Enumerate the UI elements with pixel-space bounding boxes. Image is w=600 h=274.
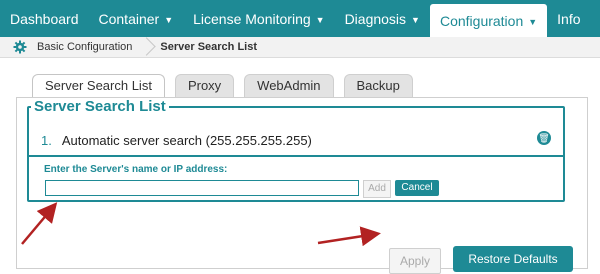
chevron-down-icon: ▼ — [164, 14, 174, 25]
breadcrumb-current: Server Search List — [160, 41, 258, 53]
breadcrumb-home[interactable] — [0, 37, 27, 57]
entry-text: Automatic server search (255.255.255.255… — [61, 133, 312, 148]
breadcrumb: Basic Configuration Server Search List — [0, 37, 600, 58]
nav-info[interactable]: Info — [547, 0, 590, 37]
server-entry: 1. Automatic server search (255.255.255.2… — [41, 133, 551, 148]
restore-defaults-button[interactable]: Restore Defaults — [453, 246, 573, 272]
divider — [29, 155, 563, 157]
nav-dashboard-label: Dashboard — [10, 10, 79, 27]
top-navigation: Dashboard Container ▼ License Monitoring ▼… — [0, 0, 600, 37]
nav-license-monitoring[interactable]: License Monitoring ▼ — [183, 0, 334, 37]
nav-configuration-label: Configuration — [439, 12, 524, 29]
nav-diagnosis-label: Diagnosis — [344, 10, 407, 27]
nav-diagnosis[interactable]: Diagnosis ▼ — [335, 0, 430, 37]
nav-dashboard[interactable]: Dashboard — [0, 0, 89, 37]
server-input-label: Enter the Server's name or IP address: — [44, 164, 228, 175]
tab-webadmin[interactable]: WebAdmin — [244, 74, 334, 97]
entry-number: 1. — [41, 133, 52, 148]
group-title: Server Search List — [34, 98, 166, 115]
nav-container[interactable]: Container ▼ — [89, 0, 184, 37]
add-button[interactable]: Add — [363, 180, 391, 198]
breadcrumb-separator — [142, 37, 152, 57]
breadcrumb-basic-configuration[interactable]: Basic Configuration — [27, 37, 142, 57]
nav-license-monitoring-label: License Monitoring — [193, 10, 311, 27]
tab-server-search-list[interactable]: Server Search List — [32, 74, 165, 97]
nav-configuration[interactable]: Configuration ▼ — [429, 4, 548, 37]
tab-backup[interactable]: Backup — [343, 74, 413, 97]
gear-icon — [13, 40, 27, 54]
chevron-down-icon: ▼ — [528, 16, 538, 27]
chevron-down-icon: ▼ — [411, 14, 420, 25]
server-search-list-group: Server Search List 1. Automatic server se… — [27, 98, 565, 202]
nav-info-label: Info — [557, 10, 581, 27]
cancel-button[interactable]: Cancel — [395, 180, 439, 196]
nav-container-label: Container — [98, 10, 160, 27]
apply-button[interactable]: Apply — [389, 248, 441, 274]
main-content: Server Search List Proxy WebAdmin Backup… — [16, 68, 588, 274]
tab-panel: Server Search List 1. Automatic server se… — [16, 97, 588, 274]
delete-icon[interactable]: 🗑 — [537, 131, 551, 145]
tab-proxy[interactable]: Proxy — [174, 74, 235, 97]
tab-bar: Server Search List Proxy WebAdmin Backup — [32, 74, 413, 97]
chevron-down-icon: ▼ — [315, 14, 325, 25]
server-name-input[interactable] — [45, 180, 359, 196]
